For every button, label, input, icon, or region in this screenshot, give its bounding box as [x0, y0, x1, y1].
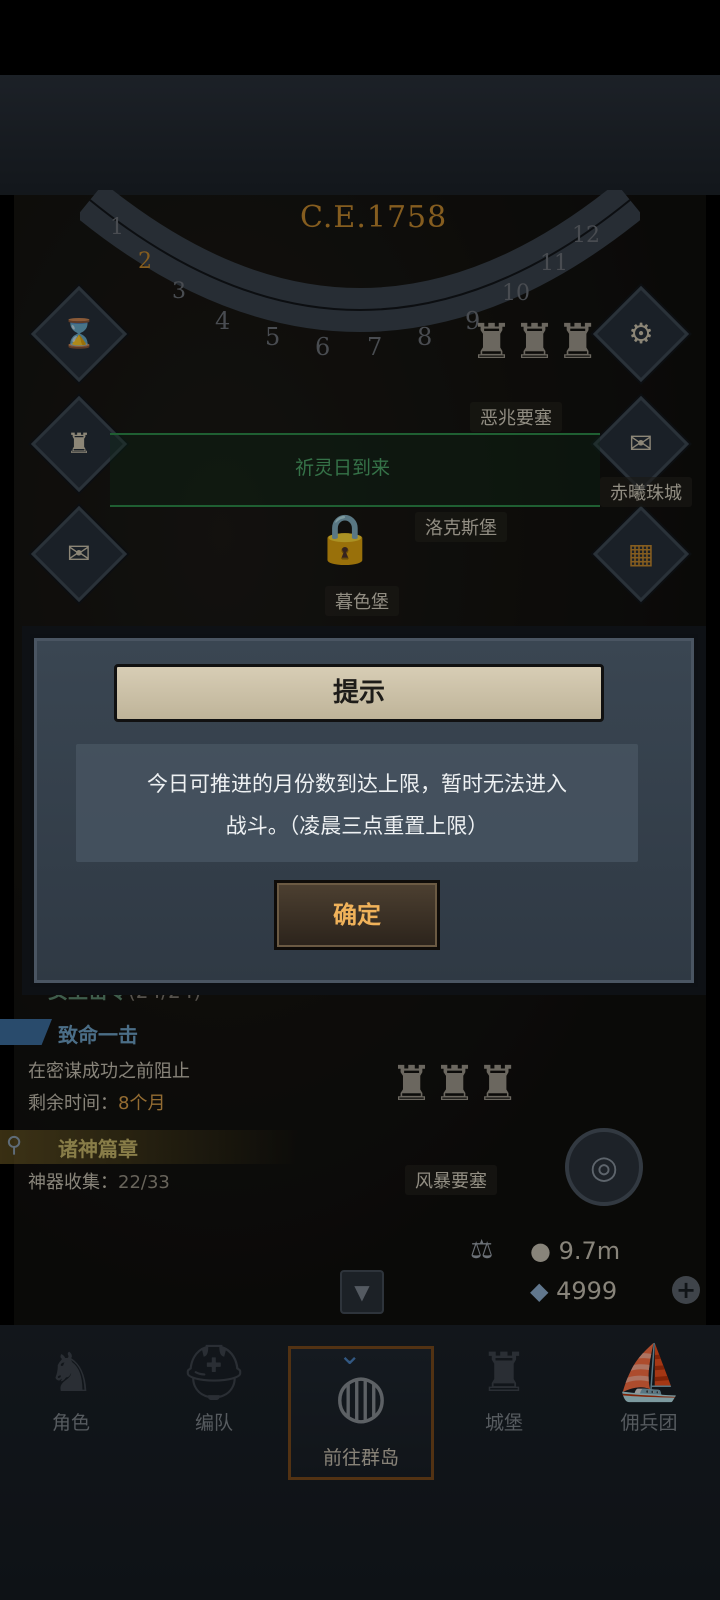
confirm-button[interactable]: 确定 — [274, 880, 440, 950]
dialog-message-line1: 今日可推进的月份数到达上限，暂时无法进入 — [147, 772, 567, 796]
alert-dialog: 提示 今日可推进的月份数到达上限，暂时无法进入 战斗。（凌晨三点重置上限） 确定 — [30, 634, 698, 987]
dialog-message-line2: 战斗。（凌晨三点重置上限） — [225, 814, 489, 838]
confirm-button-label: 确定 — [333, 901, 381, 929]
dialog-title-bar: 提示 — [114, 664, 604, 722]
dialog-title: 提示 — [332, 678, 385, 708]
dialog-message-box: 今日可推进的月份数到达上限，暂时无法进入 战斗。（凌晨三点重置上限） — [76, 744, 638, 862]
